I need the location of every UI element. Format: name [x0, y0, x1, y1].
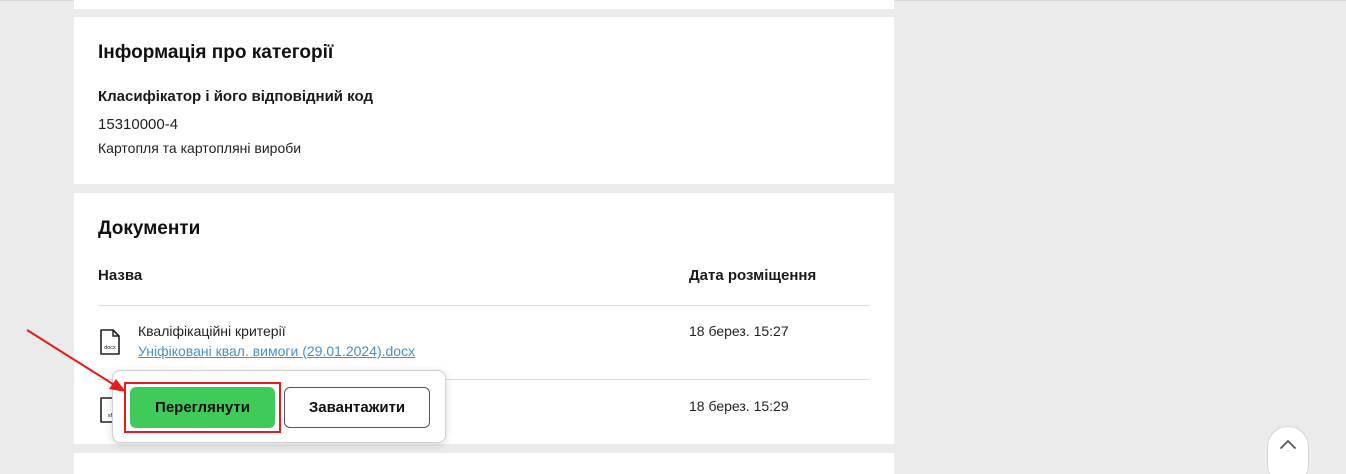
classifier-description: Картопля та картопляні вироби: [98, 140, 302, 156]
document-date: 18 берез. 15:29: [689, 398, 789, 414]
documents-title: Документи: [98, 218, 201, 239]
classifier-code: 15310000-4: [98, 116, 179, 133]
docx-file-icon: docx: [100, 329, 120, 355]
next-card: [74, 453, 894, 474]
scroll-to-top-button[interactable]: [1267, 426, 1309, 474]
download-button[interactable]: Завантажити: [284, 387, 430, 428]
docx-icon-text: docx: [104, 345, 116, 351]
chevron-up-icon: [1279, 437, 1297, 474]
document-file-link[interactable]: Уніфіковані квал. вимоги (29.01.2024).do…: [138, 343, 415, 359]
classifier-label: Класифікатор і його відповідний код: [98, 88, 373, 105]
category-info-card: Інформація про категорії Класифікатор і …: [74, 17, 894, 184]
column-header-date: Дата розміщення: [689, 267, 817, 284]
category-info-title: Інформація про категорії: [98, 42, 334, 63]
document-title: Кваліфікаційні критерії: [138, 323, 286, 339]
column-header-name: Назва: [98, 267, 143, 284]
highlight-box: [124, 382, 281, 433]
previous-card: [74, 0, 894, 9]
document-date: 18 берез. 15:27: [689, 323, 789, 339]
table-divider: [98, 305, 870, 306]
